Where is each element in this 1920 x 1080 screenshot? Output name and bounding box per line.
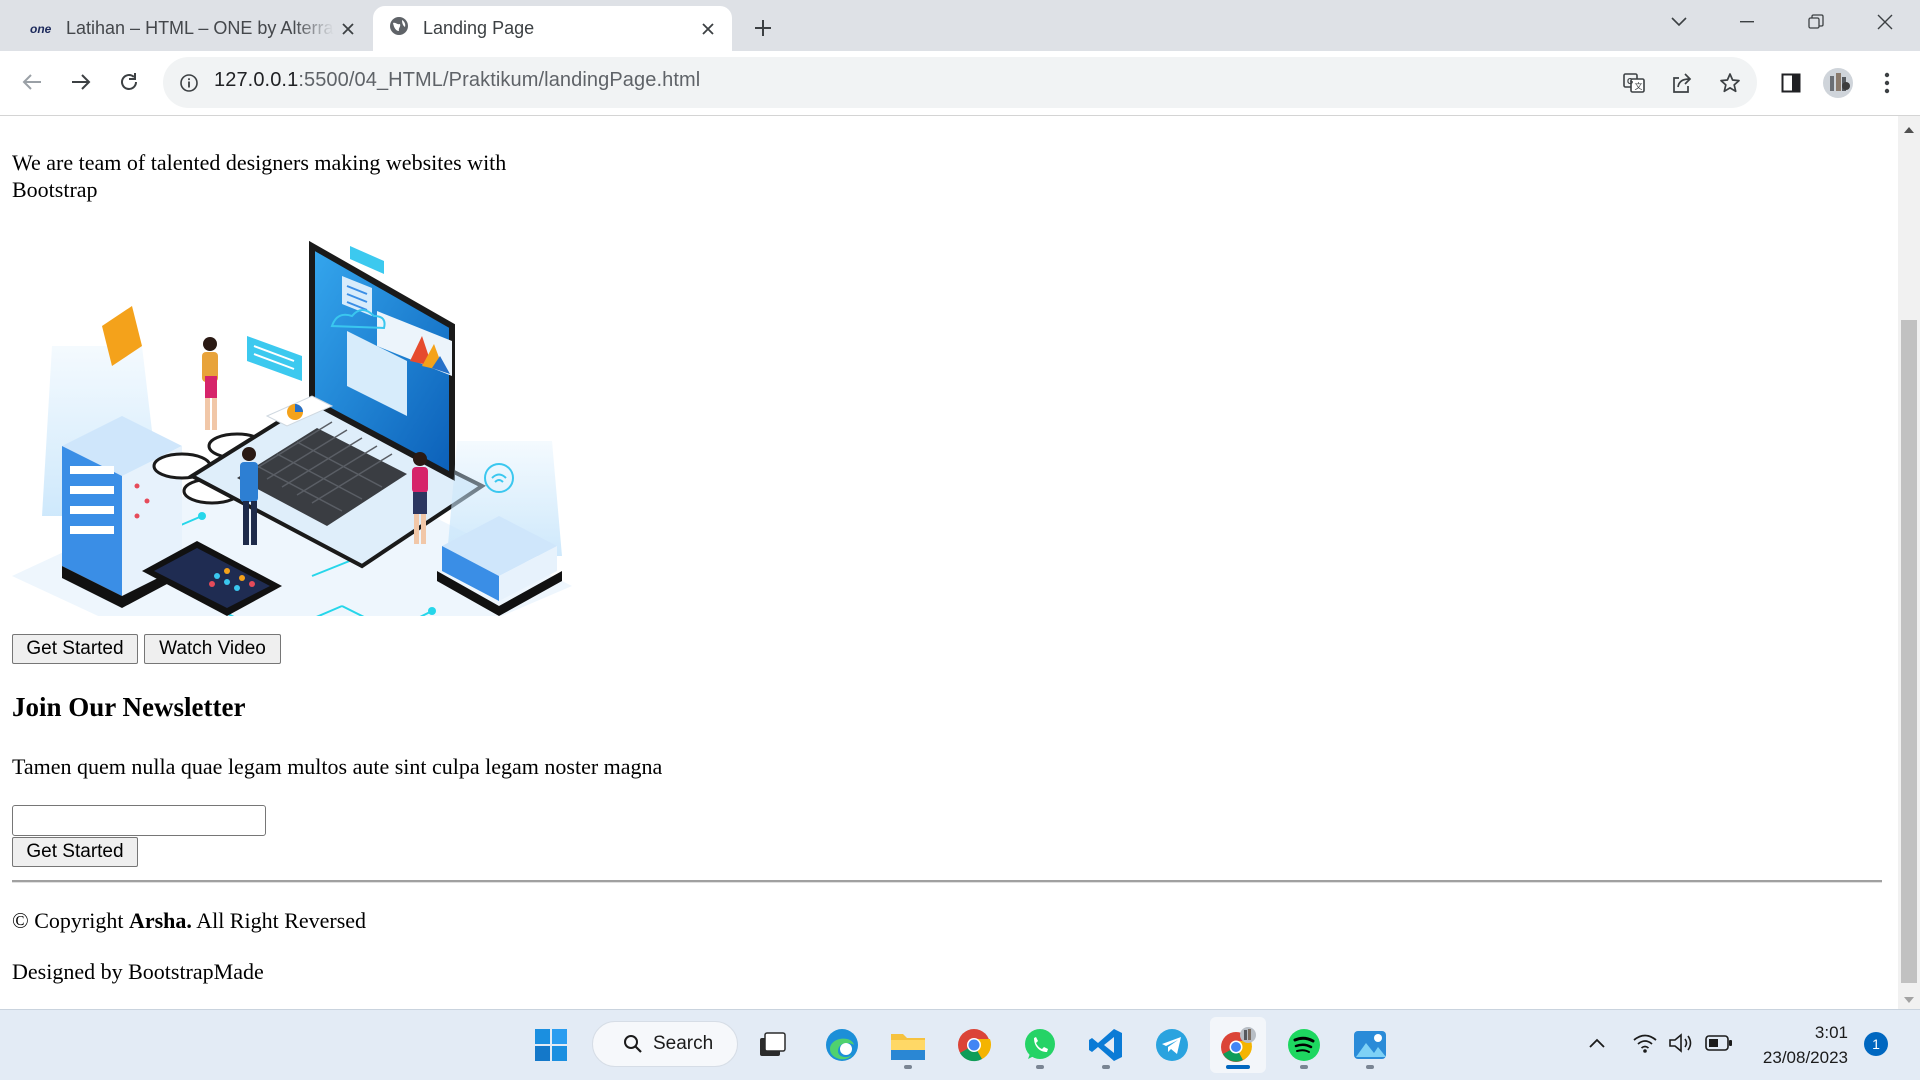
designed-by-text: Designed by BootstrapMade [12, 959, 264, 984]
chrome-profile-icon[interactable] [1210, 1017, 1266, 1073]
chevron-up-icon[interactable] [1586, 1033, 1608, 1058]
url-path: :5500/04_HTML/Praktikum/landingPage.html [298, 69, 701, 91]
tab-latihan[interactable]: one Latihan – HTML – ONE by Alterra [16, 6, 372, 51]
restore-button[interactable] [1785, 0, 1847, 44]
bookmark-star-icon[interactable] [1713, 66, 1747, 100]
minimize-button[interactable] [1716, 0, 1778, 44]
menu-kebab-icon[interactable] [1870, 66, 1904, 100]
battery-icon[interactable] [1705, 1034, 1733, 1057]
copyright-prefix: © Copyright [12, 908, 129, 933]
copyright-text: © Copyright Arsha. All Right Reversed [12, 908, 366, 934]
search-icon [624, 1035, 642, 1053]
tab-landing-page[interactable]: Landing Page [373, 6, 732, 51]
tab-title: Landing Page [423, 18, 535, 38]
telegram-icon[interactable] [1144, 1017, 1200, 1073]
chrome-icon[interactable] [946, 1017, 1002, 1073]
close-icon[interactable] [694, 15, 722, 43]
close-window-button[interactable] [1854, 0, 1916, 44]
spotify-icon[interactable] [1276, 1017, 1332, 1073]
newsletter-email-input[interactable] [12, 805, 266, 836]
tab-search-button[interactable] [1648, 0, 1710, 44]
edge-icon[interactable] [814, 1017, 870, 1073]
watch-video-button[interactable]: Watch Video [144, 634, 281, 664]
tab-title: Latihan – HTML – ONE by Alterra [66, 18, 334, 38]
brand-name: Arsha. [128, 908, 192, 933]
volume-icon[interactable] [1668, 1032, 1694, 1059]
notification-badge[interactable]: 1 [1864, 1032, 1888, 1056]
svg-text:文: 文 [1635, 81, 1643, 91]
svg-text:G: G [1627, 77, 1633, 86]
photos-icon[interactable] [1342, 1017, 1398, 1073]
globe-icon [389, 16, 409, 41]
forward-button[interactable] [61, 62, 101, 102]
whatsapp-icon[interactable] [1012, 1017, 1068, 1073]
side-panel-icon[interactable] [1774, 66, 1808, 100]
newsletter-text: Tamen quem nulla quae legam multos aute … [12, 754, 663, 779]
clock-date: 23/08/2023 [1762, 1048, 1848, 1067]
copyright-suffix: All Right Reversed [191, 908, 367, 933]
url-text[interactable]: 127.0.0.1:5500/04_HTML/Praktikum/landing… [214, 69, 700, 92]
url-host: 127.0.0.1 [214, 69, 299, 91]
vscode-icon[interactable] [1078, 1017, 1134, 1073]
scroll-up-arrow-icon[interactable] [1902, 122, 1916, 140]
scroll-down-arrow-icon[interactable] [1902, 992, 1916, 1010]
file-explorer-icon[interactable] [880, 1017, 936, 1073]
wifi-icon[interactable] [1632, 1031, 1658, 1060]
new-tab-button[interactable] [745, 10, 781, 46]
task-view-icon[interactable] [744, 1017, 800, 1073]
newsletter-title: Join Our Newsletter [12, 692, 246, 722]
search-label: Search [653, 1033, 714, 1054]
page-viewport: We are team of talented designers making… [0, 116, 1898, 1009]
close-icon[interactable] [334, 15, 362, 43]
back-button[interactable] [12, 62, 52, 102]
taskbar-search[interactable]: Search [592, 1021, 738, 1067]
windows-start-icon[interactable] [523, 1017, 579, 1073]
hero-text: We are team of talented designers making… [12, 150, 507, 202]
reload-button[interactable] [109, 62, 149, 102]
clock-time: 3:01 [1814, 1023, 1848, 1042]
scrollbar-thumb[interactable] [1901, 320, 1917, 983]
newsletter-submit-button[interactable]: Get Started [12, 837, 138, 867]
site-info-icon[interactable] [172, 66, 206, 100]
profile-avatar[interactable] [1821, 66, 1855, 100]
hero-illustration [12, 240, 572, 616]
share-icon[interactable] [1665, 66, 1699, 100]
get-started-button[interactable]: Get Started [12, 634, 138, 664]
footer-divider [12, 880, 1882, 883]
clock[interactable]: 3:01 23/08/2023 [1740, 1020, 1848, 1070]
one-favicon-icon: one [30, 21, 52, 36]
translate-icon[interactable]: G文 [1617, 66, 1651, 100]
